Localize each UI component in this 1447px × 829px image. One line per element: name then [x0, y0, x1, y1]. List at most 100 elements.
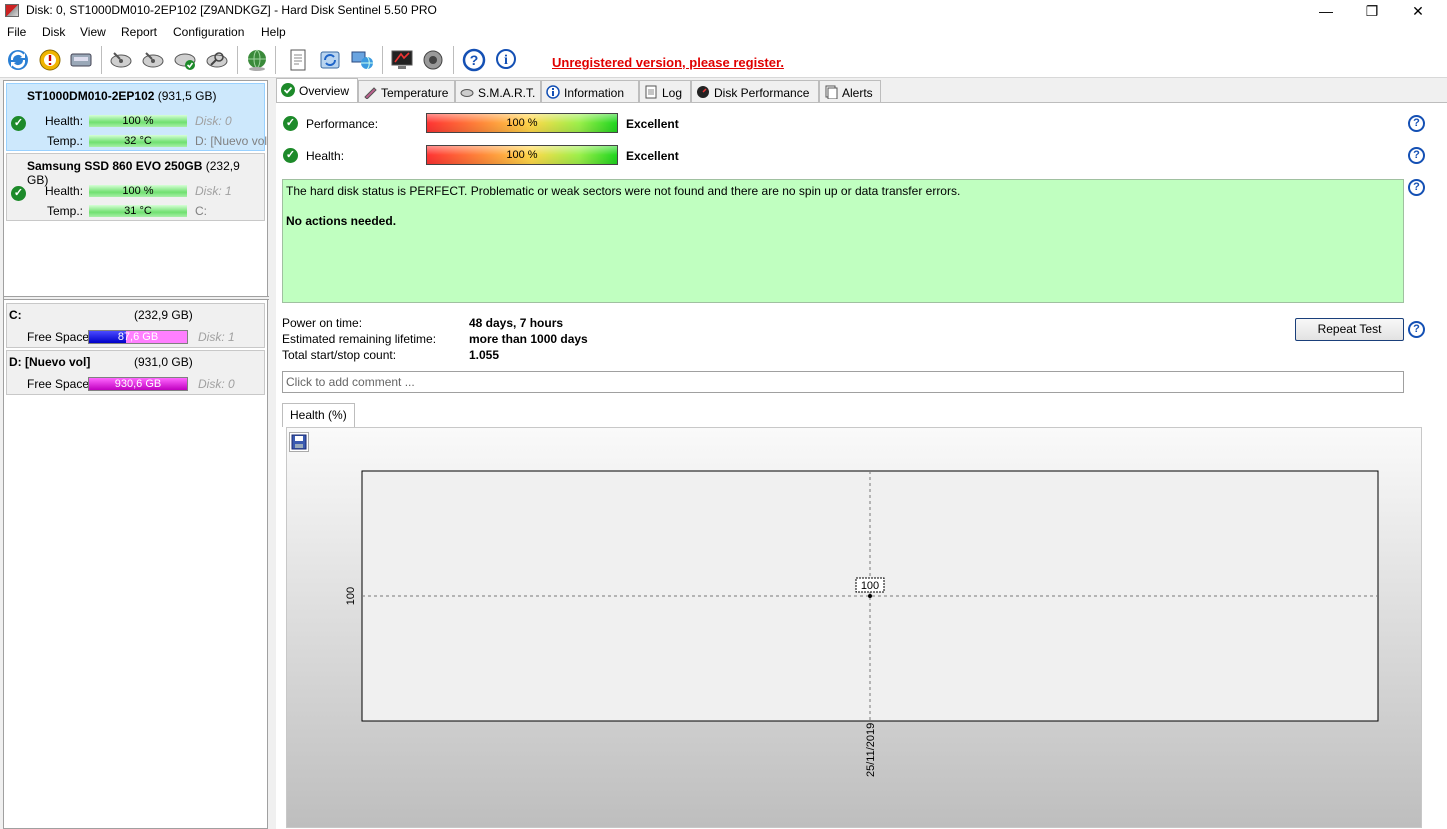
help-icon[interactable]: ?	[462, 48, 486, 72]
health-bar: 100 %	[89, 115, 187, 127]
help-icon[interactable]: ?	[1408, 147, 1425, 164]
minimize-button[interactable]: —	[1303, 0, 1349, 22]
menu-bar: File Disk View Report Configuration Help	[0, 22, 1447, 42]
health-value: 100 %	[506, 149, 538, 161]
tab-information[interactable]: Information	[541, 80, 639, 102]
volume-label: C:	[195, 204, 207, 218]
comment-input[interactable]: Click to add comment ...	[282, 371, 1404, 393]
tab-label: Information	[564, 86, 625, 100]
tab-disk-performance[interactable]: Disk Performance	[691, 80, 819, 102]
performance-rating: Excellent	[626, 117, 679, 131]
tab-health-chart[interactable]: Health (%)	[282, 403, 355, 427]
menu-report[interactable]: Report	[121, 25, 157, 39]
tab-label: Overview	[299, 84, 350, 98]
backup-icon[interactable]	[318, 48, 342, 72]
performance-ok-icon: ✓	[283, 116, 298, 131]
toolbar-separator	[101, 46, 102, 74]
volume-card-c[interactable]: C: (232,9 GB) Free Space 87,6 GB Disk: 1	[6, 303, 265, 348]
power-on-label: Power on time:	[282, 316, 363, 330]
health-bar: 100 %	[89, 185, 187, 197]
free-space-track: 87,6 GB	[88, 330, 188, 344]
free-space-track: 930,6 GB	[88, 377, 188, 391]
menu-view[interactable]: View	[80, 25, 106, 39]
disk-card-0[interactable]: ST1000DM010-2EP102 (931,5 GB) ✓ Health: …	[6, 83, 267, 151]
health-label: Health:	[306, 149, 345, 163]
short-test-icon[interactable]	[109, 48, 133, 72]
help-icon[interactable]: ?	[1408, 115, 1425, 132]
menu-disk[interactable]: Disk	[42, 25, 65, 39]
x-tick-label: 25/11/2019	[865, 723, 877, 777]
lifetime-label: Estimated remaining lifetime:	[282, 332, 437, 346]
tab-log[interactable]: Log	[639, 80, 691, 102]
menu-file[interactable]: File	[7, 25, 26, 39]
temp-bar: 32 °C	[89, 135, 187, 147]
status-ok-icon: ✓	[11, 186, 26, 201]
monitor-icon[interactable]	[390, 48, 414, 72]
disk-name: ST1000DM010-2EP102 (931,5 GB)	[27, 89, 217, 103]
temp-label: Temp.:	[47, 134, 84, 148]
disk-card-1[interactable]: Samsung SSD 860 EVO 250GB (232,9 GB) ✓ H…	[6, 153, 265, 221]
alerts-icon	[824, 85, 838, 100]
help-icon[interactable]: ?	[1408, 321, 1425, 338]
volume-name: C:	[9, 308, 22, 322]
startstop-value: 1.055	[469, 348, 500, 362]
health-chart-area: 25/11/2019 100 100	[286, 427, 1422, 828]
extended-test-icon[interactable]	[141, 48, 165, 72]
network-icon[interactable]	[350, 48, 374, 72]
globe-icon[interactable]	[245, 48, 269, 72]
maximize-button[interactable]: ❐	[1349, 0, 1395, 22]
close-button[interactable]: ✕	[1395, 0, 1441, 22]
alert-icon[interactable]	[38, 48, 62, 72]
info-icon	[546, 85, 560, 99]
health-rating: Excellent	[626, 149, 679, 163]
refresh-icon[interactable]	[6, 48, 30, 72]
help-icon[interactable]: ?	[1408, 179, 1425, 196]
status-description: The hard disk status is PERFECT. Problem…	[282, 179, 1404, 303]
menu-configuration[interactable]: Configuration	[173, 25, 244, 39]
performance-label: Performance:	[306, 117, 379, 131]
details-panel: Overview Temperature S.M.A.R.T. Informat…	[272, 78, 1447, 829]
volume-size: (232,9 GB)	[134, 308, 193, 322]
volume-name: D: [Nuevo vol]	[9, 355, 91, 369]
gauge-icon	[696, 85, 710, 99]
info-icon[interactable]: i	[494, 48, 518, 72]
menu-help[interactable]: Help	[261, 25, 286, 39]
lifetime-value: more than 1000 days	[469, 332, 588, 346]
tab-temperature[interactable]: Temperature	[358, 80, 455, 102]
register-link[interactable]: Unregistered version, please register.	[552, 55, 784, 70]
thermometer-icon	[363, 85, 377, 100]
volume-card-d[interactable]: D: [Nuevo vol] (931,0 GB) Free Space 930…	[6, 350, 265, 395]
power-on-value: 48 days, 7 hours	[469, 316, 564, 330]
disk-icon	[460, 85, 474, 99]
tab-alerts[interactable]: Alerts	[819, 80, 881, 102]
tab-smart[interactable]: S.M.A.R.T.	[455, 80, 541, 102]
log-icon	[644, 85, 658, 99]
svg-text:i: i	[504, 53, 508, 68]
data-point	[868, 594, 872, 598]
tab-overview[interactable]: Overview	[276, 78, 358, 102]
toolbar-separator	[382, 46, 383, 74]
disk-number: Disk: 0	[195, 114, 232, 128]
sound-icon[interactable]	[421, 48, 445, 72]
y-tick-label: 100	[345, 587, 357, 605]
panel-splitter[interactable]	[4, 296, 269, 300]
toolbar-separator	[275, 46, 276, 74]
random-seek-icon[interactable]	[205, 48, 229, 72]
title-bar: Disk: 0, ST1000DM010-2EP102 [Z9ANDKGZ] -…	[0, 0, 1447, 22]
temp-bar: 31 °C	[89, 205, 187, 217]
performance-value: 100 %	[506, 117, 538, 129]
toolbar: ? i Unregistered version, please registe…	[0, 42, 1447, 78]
tab-label: Disk Performance	[714, 86, 810, 100]
disk-list-panel: ST1000DM010-2EP102 (931,5 GB) ✓ Health: …	[3, 80, 269, 829]
surface-test-icon[interactable]	[173, 48, 197, 72]
free-space-label: Free Space	[27, 377, 90, 391]
toolbar-separator	[237, 46, 238, 74]
data-label: 100	[861, 580, 879, 592]
tab-label: Alerts	[842, 86, 873, 100]
report-icon[interactable]	[286, 48, 310, 72]
disk-details-icon[interactable]	[69, 48, 93, 72]
repeat-test-button[interactable]: Repeat Test	[1295, 318, 1404, 341]
svg-text:?: ?	[470, 52, 479, 68]
status-action: No actions needed.	[286, 214, 397, 228]
toolbar-separator	[453, 46, 454, 74]
